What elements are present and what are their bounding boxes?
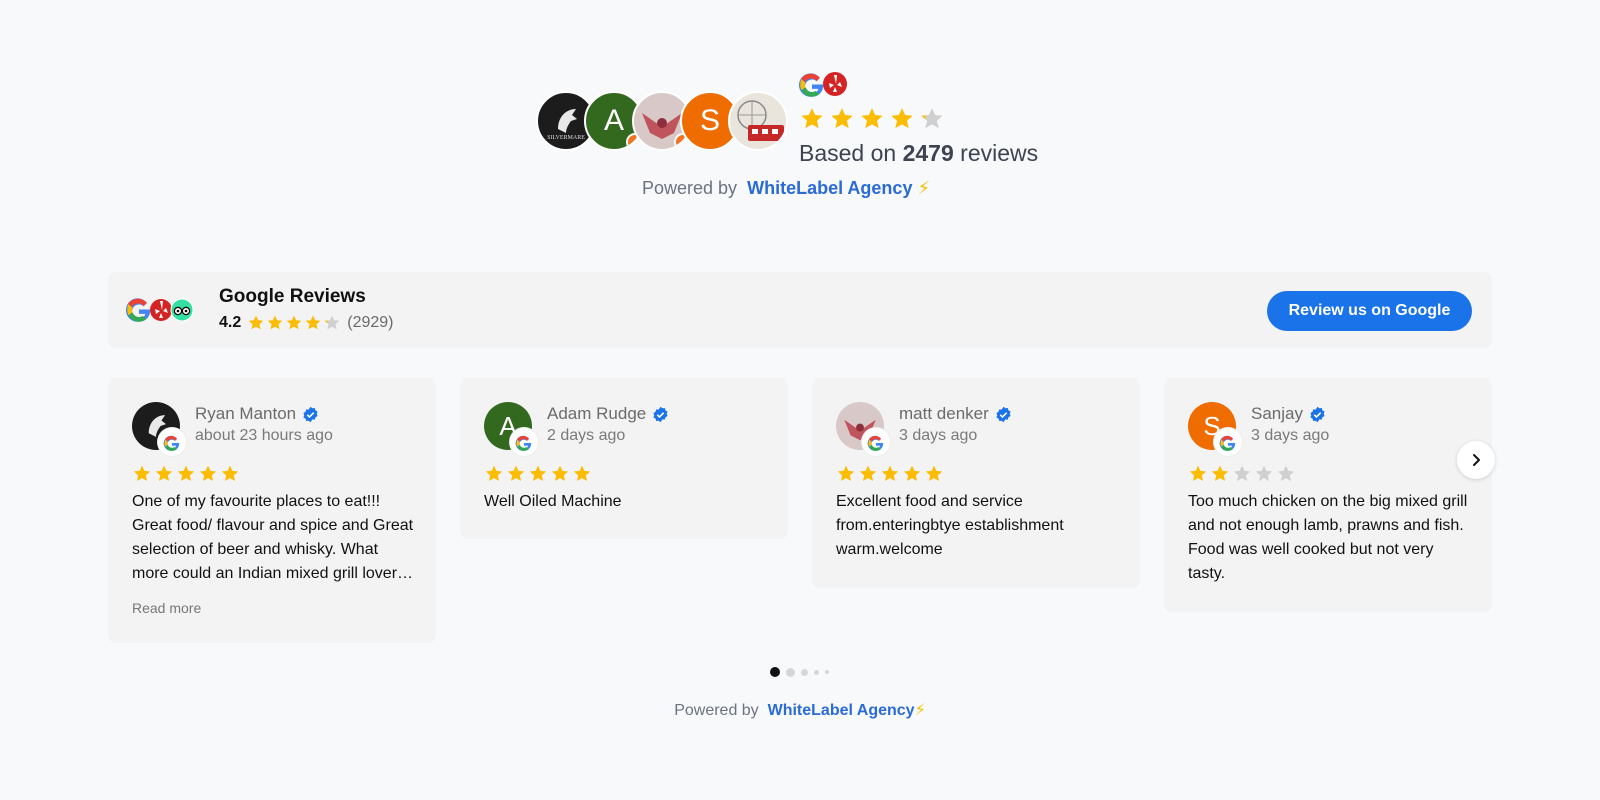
star-icon bbox=[891, 108, 913, 129]
review-date: 3 days ago bbox=[899, 427, 978, 444]
star-icon bbox=[529, 465, 547, 481]
star-icon bbox=[221, 465, 239, 481]
review-stars bbox=[484, 464, 592, 484]
google-icon bbox=[158, 428, 186, 456]
star-icon bbox=[831, 108, 853, 129]
avatar bbox=[728, 91, 788, 151]
star-icon bbox=[286, 315, 302, 330]
star-icon bbox=[861, 108, 883, 129]
lightning-icon: ⚡ bbox=[914, 702, 926, 719]
star-icon bbox=[1211, 465, 1229, 481]
review-card: A Adam Rudge 2 days ago Well Oiled Machi… bbox=[460, 378, 788, 539]
star-icon bbox=[1189, 465, 1207, 481]
verified-badge-icon bbox=[996, 406, 1011, 422]
reviewer-name[interactable]: Sanjay bbox=[1251, 404, 1326, 424]
review-count: 2479 bbox=[902, 140, 954, 166]
summary-badge: SILVERMARE A S Based on 2479 reviews Pow… bbox=[536, 66, 1056, 216]
lightning-icon: ⚡ bbox=[917, 178, 931, 198]
review-date: 3 days ago bbox=[1251, 427, 1330, 444]
summary-rating-stars bbox=[799, 106, 945, 132]
header-rating: 4.2 (2929) bbox=[219, 314, 394, 332]
reviewer-name[interactable]: Ryan Manton bbox=[195, 404, 319, 424]
review-text: One of my favourite places to eat!!! Gre… bbox=[132, 493, 414, 582]
powered-by-link[interactable]: WhiteLabel Agency bbox=[763, 702, 915, 719]
reviewer-name[interactable]: Adam Rudge bbox=[547, 404, 669, 424]
star-icon bbox=[573, 465, 591, 481]
star-icon bbox=[903, 465, 921, 481]
google-icon bbox=[510, 428, 538, 456]
review-text: Excellent food and service from.entering… bbox=[836, 493, 1064, 558]
header-score: 4.2 bbox=[219, 314, 242, 331]
star-icon bbox=[837, 465, 855, 481]
star-icon bbox=[267, 315, 283, 330]
review-stars bbox=[1188, 464, 1296, 484]
star-icon bbox=[801, 108, 823, 129]
reviews-header: Google Reviews 4.2 (2929) Review us on G… bbox=[108, 272, 1492, 348]
star-icon bbox=[859, 465, 877, 481]
pagination-dot[interactable] bbox=[770, 667, 780, 677]
review-us-on-google-button[interactable]: Review us on Google bbox=[1267, 291, 1472, 331]
verified-badge-icon bbox=[653, 406, 668, 422]
carousel-next-button[interactable] bbox=[1457, 441, 1495, 479]
verified-badge-icon bbox=[303, 406, 318, 422]
google-icon bbox=[125, 298, 151, 322]
star-icon bbox=[507, 465, 525, 481]
carousel-pagination bbox=[770, 667, 829, 677]
powered-by-link[interactable]: WhiteLabel Agency bbox=[742, 178, 912, 198]
google-icon bbox=[798, 73, 824, 97]
pagination-dot[interactable] bbox=[825, 670, 829, 674]
star-icon bbox=[551, 465, 569, 481]
review-date: about 23 hours ago bbox=[195, 427, 333, 444]
star-icon bbox=[1277, 465, 1295, 481]
review-text: Well Oiled Machine bbox=[484, 493, 622, 510]
google-icon bbox=[862, 428, 890, 456]
reviewer-avatars: SILVERMARE A S bbox=[536, 91, 796, 151]
star-icon bbox=[485, 465, 503, 481]
chevron-right-icon bbox=[1473, 454, 1480, 466]
header-source-logos bbox=[125, 294, 194, 326]
review-card: Ryan Manton about 23 hours ago One of my… bbox=[108, 378, 436, 643]
verified-badge-icon bbox=[1310, 406, 1325, 422]
review-stars bbox=[836, 464, 944, 484]
star-icon bbox=[248, 315, 264, 330]
header-title: Google Reviews bbox=[219, 286, 366, 307]
powered-by: Powered by WhiteLabel Agency ⚡ bbox=[642, 178, 931, 198]
star-icon bbox=[155, 465, 173, 481]
review-card: S Sanjay 3 days ago Too much chicken on … bbox=[1164, 378, 1492, 612]
header-review-count: (2929) bbox=[347, 314, 394, 331]
star-icon bbox=[1233, 465, 1251, 481]
star-icon bbox=[1255, 465, 1273, 481]
pagination-dot[interactable] bbox=[801, 668, 808, 676]
header-rating-stars bbox=[247, 314, 341, 332]
review-stars bbox=[132, 464, 240, 484]
tripadvisor-icon bbox=[170, 298, 194, 322]
star-icon bbox=[881, 465, 899, 481]
star-icon bbox=[324, 315, 340, 330]
star-icon bbox=[921, 108, 943, 129]
review-text: Too much chicken on the big mixed grill … bbox=[1188, 493, 1468, 582]
star-icon bbox=[177, 465, 195, 481]
based-on-text: Based on 2479 reviews bbox=[799, 140, 1039, 166]
star-icon bbox=[133, 465, 151, 481]
yelp-icon bbox=[823, 72, 847, 96]
star-icon bbox=[925, 465, 943, 481]
pagination-dot[interactable] bbox=[814, 669, 819, 675]
powered-by-footer: Powered by WhiteLabel Agency⚡ bbox=[674, 702, 926, 719]
read-more-link[interactable]: Read more bbox=[132, 600, 201, 616]
yelp-icon bbox=[150, 299, 172, 321]
google-icon bbox=[1214, 428, 1242, 456]
review-date: 2 days ago bbox=[547, 427, 626, 444]
svg-text:SILVERMARE: SILVERMARE bbox=[547, 135, 585, 141]
star-icon bbox=[199, 465, 217, 481]
pagination-dot[interactable] bbox=[786, 667, 795, 677]
review-sources bbox=[798, 69, 849, 99]
review-card: matt denker 3 days ago Excellent food an… bbox=[812, 378, 1140, 588]
star-icon bbox=[305, 315, 321, 330]
reviewer-name[interactable]: matt denker bbox=[899, 404, 1012, 424]
